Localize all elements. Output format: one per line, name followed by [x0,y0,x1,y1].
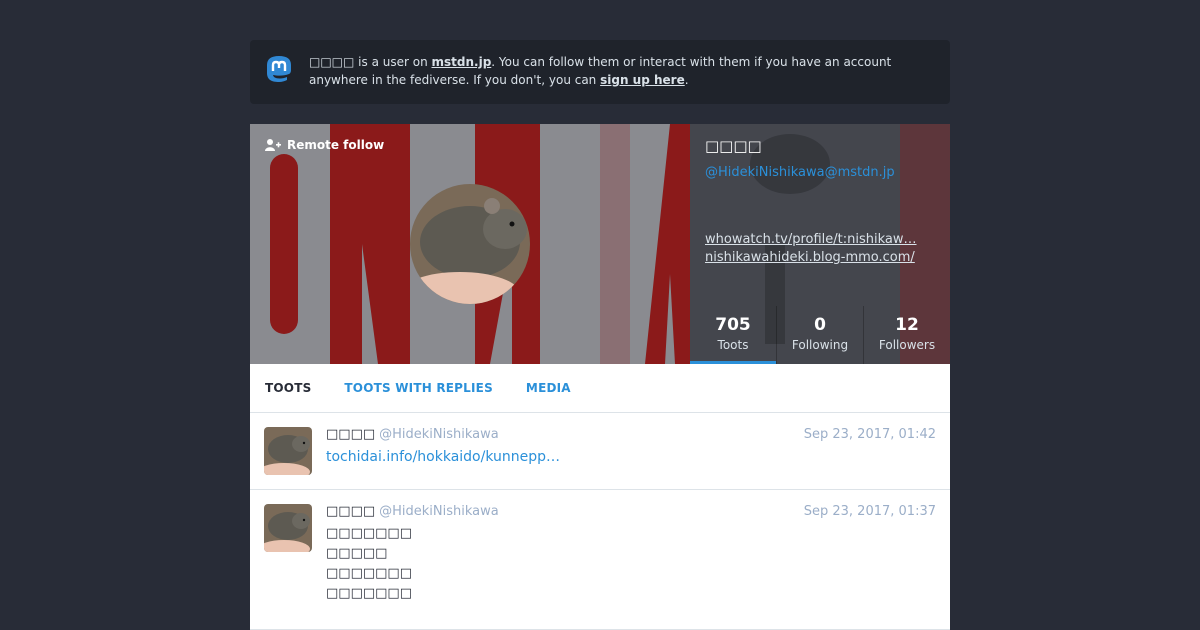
profile-link-blog[interactable]: nishikawahideki.blog-mmo.com/ [705,249,935,267]
toot-line: □□□□□□□ [326,526,412,541]
avatar[interactable] [410,184,530,304]
account-handle: @HidekiNishikawa@mstdn.jp [705,165,895,180]
profile-card: Remote follow □□□□ @HidekiNishikawa@mstd… [250,124,950,364]
tab-media[interactable]: MEDIA [526,381,571,395]
remote-user-notice: □□□□ is a user on mstdn.jp. You can foll… [250,40,950,104]
remote-follow-label: Remote follow [287,138,385,152]
user-plus-icon [265,139,281,151]
toot-line: □□□□□□□ [326,566,412,581]
toot-item[interactable]: □□□□ @HidekiNishikawa Sep 23, 2017, 01:37… [250,490,950,630]
counter-value: 12 [895,315,919,335]
toot-header: □□□□ @HidekiNishikawa [326,504,499,519]
toot-content: □□□□□□□ □□□□□ □□□□□□□ □□□□□□□ □□□□□□□□□□… [326,524,496,630]
toot-avatar[interactable] [264,504,312,552]
timeline-tabs: TOOTS TOOTS WITH REPLIES MEDIA [250,364,950,413]
tab-toots[interactable]: TOOTS [265,381,311,395]
profile-link-whowatch[interactable]: whowatch.tv/profile/t:nishikaw… [705,231,935,249]
toot-line: □□□□□□□ [326,586,412,601]
display-name: □□□□ [705,137,762,155]
notice-user: □□□□ [309,55,355,69]
avatar-image [410,184,530,304]
toot-line-spacer [326,604,496,624]
mastodon-logo-icon [267,56,291,82]
profile-info-panel: □□□□ @HidekiNishikawa@mstdn.jp whowatch.… [690,124,950,364]
toot-link[interactable]: tochidai.info/hokkaido/kunnepp… [326,449,560,465]
avatar-image [264,504,312,552]
toot-avatar[interactable] [264,427,312,475]
counter-label: Following [791,338,849,352]
remote-follow-button[interactable]: Remote follow [265,138,384,152]
counter-followers[interactable]: 12 Followers [863,306,950,364]
toot-display-name[interactable]: □□□□ [326,504,375,519]
profile-links: whowatch.tv/profile/t:nishikaw… nishikaw… [705,231,935,267]
toot-handle[interactable]: @HidekiNishikawa [379,504,499,519]
counter-value: 0 [814,315,826,335]
toot-display-name[interactable]: □□□□ [326,427,375,442]
counter-label: Toots [717,338,749,352]
avatar-image [264,427,312,475]
toot-item[interactable]: □□□□ @HidekiNishikawa Sep 23, 2017, 01:42… [250,413,950,490]
toot-content: tochidai.info/hokkaido/kunnepp… [326,447,560,468]
toot-timestamp[interactable]: Sep 23, 2017, 01:42 [804,427,936,442]
toot-header: □□□□ @HidekiNishikawa [326,427,499,442]
notice-text: . [684,73,689,87]
counter-following[interactable]: 0 Following [776,306,863,364]
counter-label: Followers [878,338,936,352]
toot-timestamp[interactable]: Sep 23, 2017, 01:37 [804,504,936,519]
counter-toots[interactable]: 705 Toots [690,306,776,364]
instance-link[interactable]: mstdn.jp [432,55,492,69]
counter-value: 705 [715,315,751,335]
toot-line: □□□□□□□□□□□□□□□□□□□□ [326,624,496,630]
notice-text: is a user on [354,55,432,69]
toot-handle[interactable]: @HidekiNishikawa [379,427,499,442]
profile-counters: 705 Toots 0 Following 12 Followers [690,306,950,364]
toot-line: □□□□□ [326,546,388,561]
tab-toots-with-replies[interactable]: TOOTS WITH REPLIES [344,381,493,395]
sign-up-link[interactable]: sign up here [600,73,685,87]
